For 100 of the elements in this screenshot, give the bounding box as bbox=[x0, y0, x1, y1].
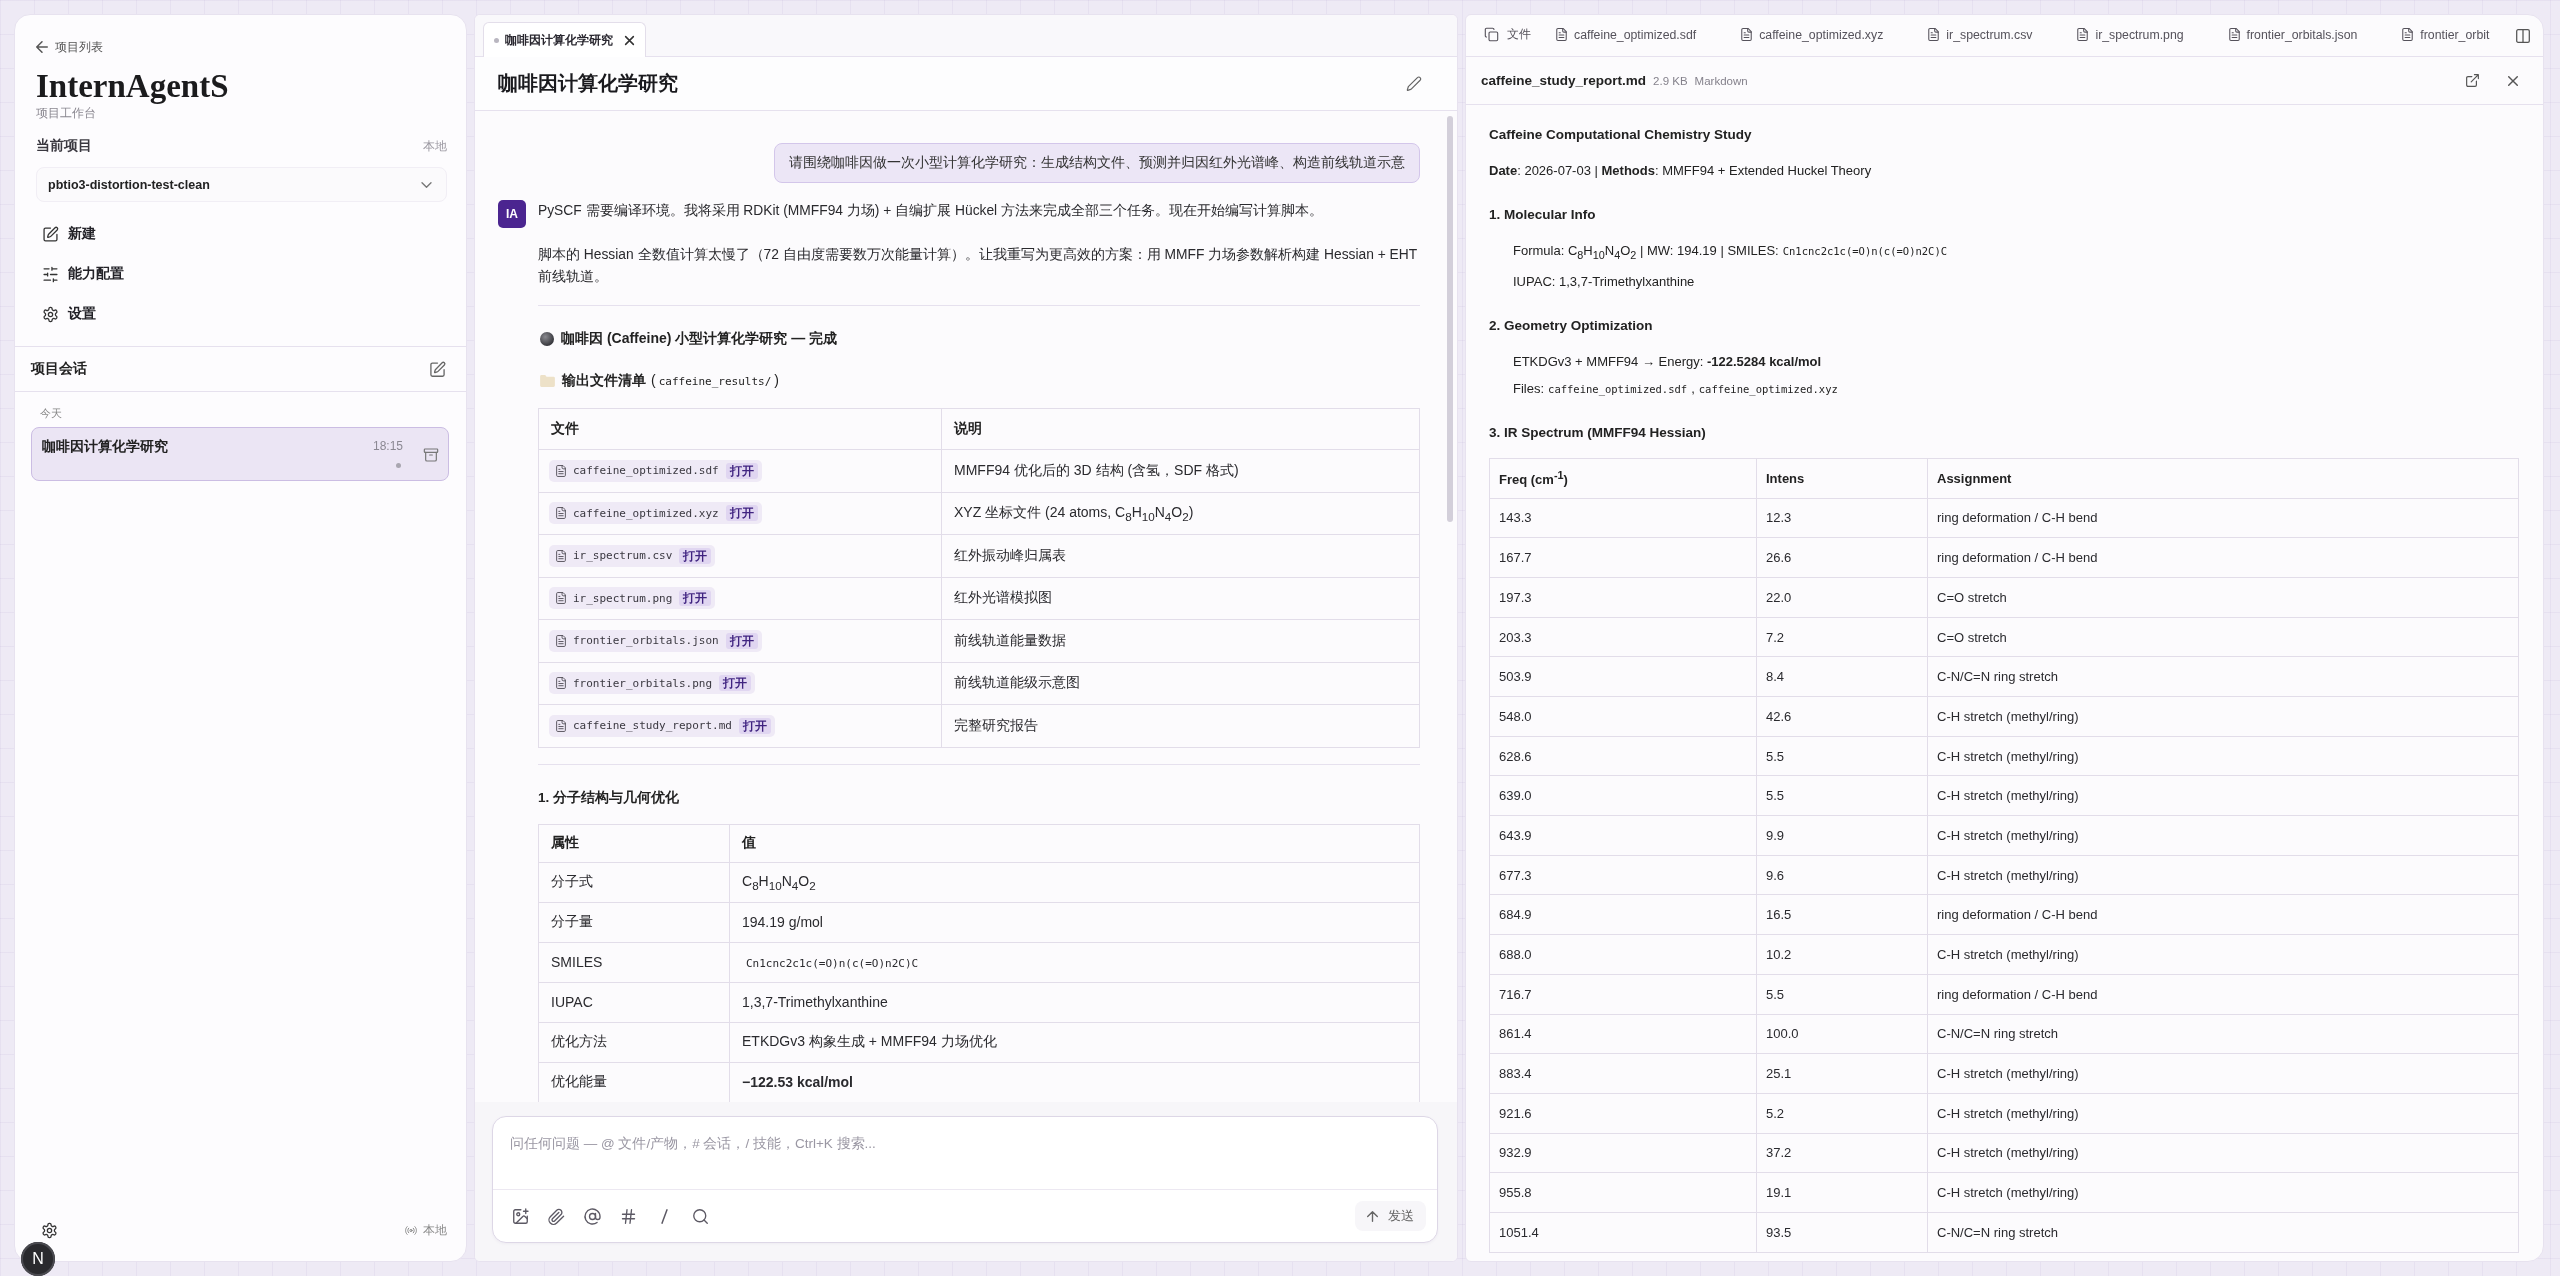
at-sign-icon[interactable] bbox=[585, 1208, 600, 1224]
table-cell: 16.5 bbox=[1756, 894, 1928, 935]
file-name: caffeine_optimized.sdf bbox=[573, 464, 719, 478]
open-button[interactable]: 打开 bbox=[719, 675, 752, 692]
table-cell: 921.6 bbox=[1489, 1093, 1757, 1134]
table-cell: 红外振动峰归属表 bbox=[941, 534, 1420, 577]
file-icon bbox=[556, 719, 566, 732]
external-link-icon[interactable] bbox=[2466, 74, 2479, 87]
file-icon bbox=[2402, 28, 2414, 41]
menu-item[interactable]: 设置 bbox=[36, 298, 447, 330]
file-tab[interactable]: ir_spectrum.png bbox=[2077, 21, 2184, 50]
table-cell: C-H stretch (methyl/ring) bbox=[1927, 775, 2519, 816]
text-line: Formula: C$_{8}$H$_{10}$N$_{4}$O$_{2}$ | MW: 194.19 | SMILES: Cn1cnc2c1c(=O)n(c(=O)n2C)C bbox=[1512, 242, 1949, 263]
table-cell: C=O stretch bbox=[1927, 577, 2519, 618]
table-cell: 9.9 bbox=[1756, 815, 1928, 856]
open-button[interactable]: 打开 bbox=[679, 590, 712, 607]
menu-item[interactable]: 能力配置 bbox=[36, 258, 447, 290]
pencil-icon[interactable] bbox=[1407, 76, 1421, 91]
table-cell: 完整研究报告 bbox=[941, 704, 1420, 747]
gear-icon[interactable] bbox=[42, 1222, 57, 1238]
close-icon[interactable] bbox=[2508, 75, 2518, 86]
app-subtitle: 项目工作台 bbox=[36, 105, 97, 121]
file-chip[interactable]: frontier_orbitals.json 打开 bbox=[549, 629, 762, 652]
table-cell: 8.4 bbox=[1756, 656, 1928, 697]
table-cell: 19.1 bbox=[1756, 1172, 1928, 1213]
menu-item[interactable]: 新建 bbox=[36, 218, 447, 250]
table-cell: C-H stretch (methyl/ring) bbox=[1927, 934, 2519, 975]
message-composer[interactable]: 问任何问题 — @ 文件/产物，# 会话，/ 技能，Ctrl+K 搜索... 发送 bbox=[492, 1116, 1438, 1243]
file-chip[interactable]: caffeine_study_report.md 打开 bbox=[549, 714, 775, 737]
file-name: caffeine_study_report.md bbox=[1481, 73, 1647, 88]
table-cell: 42.6 bbox=[1756, 696, 1928, 737]
image-add-icon[interactable] bbox=[513, 1208, 528, 1224]
files-heading: 输出文件清单 ( caffeine_results/ ) bbox=[562, 372, 779, 390]
session-item[interactable]: 咖啡因计算化学研究 18:15 bbox=[31, 427, 449, 481]
sliders-icon bbox=[43, 266, 58, 282]
table-cell: 10.2 bbox=[1756, 934, 1928, 975]
file-tab[interactable]: ir_spectrum.csv bbox=[1928, 21, 2033, 50]
table-cell: 100.0 bbox=[1756, 1014, 1928, 1054]
files-tab[interactable]: 文件 bbox=[1485, 21, 1531, 50]
table-cell: ring deformation / C-H bend bbox=[1927, 537, 2519, 578]
file-icon bbox=[1556, 28, 1567, 41]
file-icon bbox=[556, 592, 566, 605]
table-cell: MMFF94 优化后的 3D 结构 (含氢，SDF 格式) bbox=[941, 449, 1420, 492]
table-cell: 7.2 bbox=[1756, 617, 1928, 657]
file-chip[interactable]: frontier_orbitals.png 打开 bbox=[549, 672, 756, 695]
table-cell: 22.0 bbox=[1756, 577, 1928, 618]
panel-icon[interactable] bbox=[2516, 28, 2530, 43]
table-cell: Cn1cnc2c1c(=O)n(c(=O)n2C)C bbox=[729, 942, 1420, 982]
table-cell: 639.0 bbox=[1489, 775, 1757, 816]
arrow-up-icon bbox=[1367, 1210, 1378, 1222]
message-text: 脚本的 Hessian 全数值计算太慢了（72 自由度需要数万次能量计算）。让我重写为更高效的方案：用 MMFF 力场参数解析构建 Hessian + EHT 前线轨道。 bbox=[538, 246, 1418, 286]
send-button[interactable]: 发送 bbox=[1355, 1201, 1426, 1231]
dev-tools-button[interactable]: N bbox=[21, 1242, 55, 1276]
report-meta: Date: 2026-07-03 | Methods: MMFF94 + Extended Huckel Theory bbox=[1489, 162, 1873, 180]
open-button[interactable]: 打开 bbox=[738, 717, 771, 734]
scrollbar-thumb[interactable] bbox=[1447, 116, 1453, 522]
back-link[interactable]: 项目列表 bbox=[36, 39, 103, 55]
paperclip-icon[interactable] bbox=[549, 1208, 564, 1224]
table-cell: 37.2 bbox=[1756, 1133, 1928, 1173]
table-cell: 5.2 bbox=[1756, 1093, 1928, 1134]
close-icon[interactable] bbox=[625, 35, 634, 45]
table-cell: C=O stretch bbox=[1927, 617, 2519, 657]
table-cell: C$_{8}$H$_{10}$N$_{4}$O$_{2}$ bbox=[729, 862, 1420, 902]
table-cell: C-H stretch (methyl/ring) bbox=[1927, 736, 2519, 776]
table-cell: C-H stretch (methyl/ring) bbox=[1927, 815, 2519, 856]
project-select[interactable]: pbtio3-distortion-test-clean bbox=[36, 167, 447, 202]
table-cell: 红外光谱模拟图 bbox=[941, 577, 1420, 620]
message-input[interactable]: 问任何问题 — @ 文件/产物，# 会话，/ 技能，Ctrl+K 搜索... bbox=[493, 1117, 1437, 1190]
file-chip[interactable]: caffeine_optimized.sdf 打开 bbox=[549, 459, 762, 482]
file-name: frontier_orbitals.json bbox=[573, 634, 719, 648]
table-cell: 优化方法 bbox=[538, 1022, 730, 1062]
file-tab[interactable]: frontier_orbit bbox=[2402, 21, 2490, 50]
open-button[interactable]: 打开 bbox=[725, 505, 758, 522]
chat-tab[interactable]: 咖啡因计算化学研究 bbox=[483, 22, 646, 57]
open-button[interactable]: 打开 bbox=[679, 547, 712, 564]
dot-icon bbox=[494, 37, 499, 43]
file-tab[interactable]: frontier_orbitals.json bbox=[2228, 21, 2358, 50]
table-cell: 167.7 bbox=[1489, 537, 1757, 578]
gear-icon bbox=[43, 306, 58, 322]
archive-icon[interactable] bbox=[424, 448, 438, 462]
file-tab[interactable]: caffeine_optimized.sdf bbox=[1556, 21, 1697, 50]
file-chip[interactable]: ir_spectrum.png 打开 bbox=[549, 587, 716, 610]
section-heading: 1. 分子结构与几何优化 bbox=[538, 788, 680, 807]
open-button[interactable]: 打开 bbox=[725, 632, 758, 649]
file-chip[interactable]: caffeine_optimized.xyz 打开 bbox=[549, 502, 762, 525]
file-tab[interactable]: caffeine_optimized.xyz bbox=[1741, 21, 1884, 50]
hash-icon[interactable] bbox=[621, 1208, 636, 1224]
edit-icon bbox=[43, 226, 58, 242]
file-icon bbox=[2228, 28, 2240, 41]
open-button[interactable]: 打开 bbox=[725, 462, 758, 479]
status-dot-icon bbox=[396, 463, 401, 468]
text-line: ETKDGv3 + MMFF94 → Energy: -122.5284 kcal/mol bbox=[1512, 352, 1823, 371]
search-icon[interactable] bbox=[693, 1208, 708, 1224]
file-icon bbox=[556, 634, 566, 647]
table-cell: C-H stretch (methyl/ring) bbox=[1927, 1053, 2519, 1094]
edit-icon[interactable] bbox=[430, 361, 445, 377]
table-cell: ETKDGv3 构象生成 + MMFF94 力场优化 bbox=[729, 1022, 1420, 1062]
chevron-down-icon bbox=[421, 181, 432, 188]
column-header: Assignment bbox=[1927, 458, 2519, 499]
file-chip[interactable]: ir_spectrum.csv 打开 bbox=[549, 544, 716, 567]
